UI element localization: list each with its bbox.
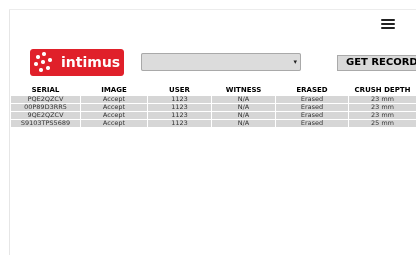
header-user: USER: [169, 86, 190, 95]
header-crush-depth: CRUSH DEPTH: [354, 86, 411, 95]
cell-crush-depth: 23 mm: [348, 110, 416, 120]
cell-crush-depth: 23 mm: [348, 94, 416, 104]
cell-user: 1123: [147, 94, 212, 104]
app-frame: [10, 10, 416, 255]
table-header-row: SERIAL IMAGE USER WITNESS ERASED CRUSH D…: [11, 86, 416, 95]
cell-erased: Erased: [275, 118, 349, 128]
table-row[interactable]: S9103TPS5689 Accept 1123 N/A Erased 25 m…: [10, 118, 416, 128]
cell-image: Accept: [80, 118, 148, 128]
cell-witness: N/A: [211, 94, 276, 104]
cell-witness: N/A: [211, 102, 276, 112]
get-record-button[interactable]: GET RECORD: [337, 55, 416, 71]
intimus-logo: intimus: [30, 49, 124, 76]
cell-image: Accept: [80, 102, 148, 112]
header-serial: SERIAL: [31, 86, 60, 95]
dropdown-arrow-icon: ▾: [293, 58, 297, 66]
logo-dots-icon: [30, 49, 60, 76]
cell-erased: Erased: [275, 102, 349, 112]
header-erased: ERASED: [296, 86, 328, 95]
cell-user: 1123: [147, 118, 212, 128]
cell-image: Accept: [80, 110, 148, 120]
cell-user: 1123: [147, 110, 212, 120]
logo-text: intimus: [61, 54, 121, 71]
cell-serial: S9103TPS5689: [10, 118, 81, 128]
cell-witness: N/A: [211, 110, 276, 120]
table-row[interactable]: 00P89D3RR5 Accept 1123 N/A Erased 23 mm: [10, 102, 416, 112]
cell-crush-depth: 25 mm: [348, 118, 416, 128]
cell-witness: N/A: [211, 118, 276, 128]
cell-serial: PQE2QZCV: [10, 94, 81, 104]
records-table: SERIAL IMAGE USER WITNESS ERASED CRUSH D…: [10, 86, 416, 128]
record-select[interactable]: ▾: [141, 53, 301, 71]
cell-serial: 00P89D3RR5: [10, 102, 81, 112]
cell-user: 1123: [147, 102, 212, 112]
hamburger-menu-icon[interactable]: [381, 17, 395, 31]
header-image: IMAGE: [101, 86, 127, 95]
cell-erased: Erased: [275, 94, 349, 104]
cell-crush-depth: 23 mm: [348, 102, 416, 112]
table-row[interactable]: 9QE2QZCV Accept 1123 N/A Erased 23 mm: [10, 110, 416, 120]
header-witness: WITNESS: [225, 86, 262, 95]
table-row[interactable]: PQE2QZCV Accept 1123 N/A Erased 23 mm: [10, 94, 416, 104]
cell-serial: 9QE2QZCV: [10, 110, 81, 120]
cell-image: Accept: [80, 94, 148, 104]
cell-erased: Erased: [275, 110, 349, 120]
